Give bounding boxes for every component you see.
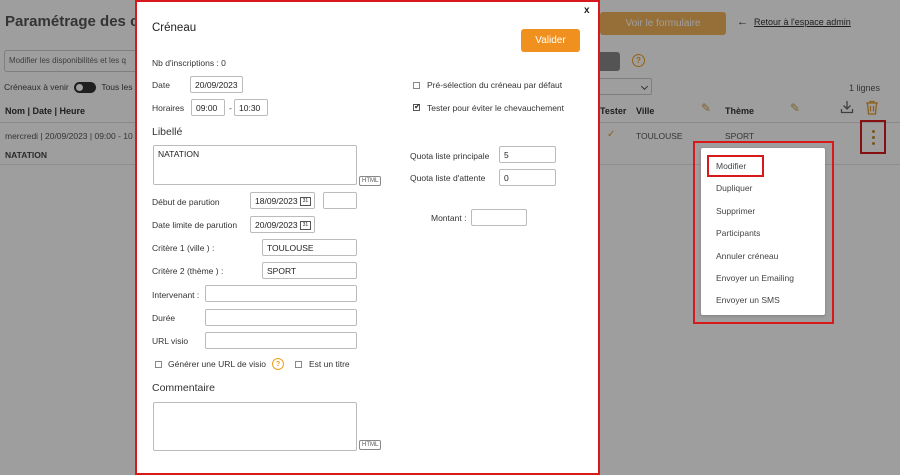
date-input[interactable]: 20/09/2023 bbox=[190, 76, 243, 93]
speaker-label: Intervenant : bbox=[152, 290, 200, 300]
publish-end-value: 20/09/2023 bbox=[255, 220, 298, 230]
preselection-label: Pré-sélection du créneau par défaut bbox=[427, 80, 563, 90]
menu-item-supprimer[interactable]: Supprimer bbox=[701, 201, 825, 221]
preselection-checkbox[interactable] bbox=[413, 82, 420, 89]
generate-visio-checkbox[interactable] bbox=[155, 361, 162, 368]
start-time-input[interactable]: 09:00 bbox=[191, 99, 225, 116]
modifier-highlight bbox=[707, 155, 764, 177]
comment-textarea[interactable] bbox=[153, 402, 357, 451]
quota-wait-label: Quota liste d'attente bbox=[410, 173, 486, 183]
overlap-label: Tester pour éviter le chevauchement bbox=[427, 103, 565, 113]
criteria2-input[interactable]: SPORT bbox=[262, 262, 357, 279]
registrations-count: Nb d'inscriptions : 0 bbox=[152, 58, 226, 68]
help-icon[interactable]: ? bbox=[272, 358, 284, 370]
amount-input[interactable] bbox=[471, 209, 527, 226]
time-separator: - bbox=[229, 103, 232, 113]
end-time-input[interactable]: 10:30 bbox=[234, 99, 268, 116]
menu-item-annuler-creneau[interactable]: Annuler créneau bbox=[701, 246, 825, 266]
date-label: Date bbox=[152, 80, 170, 90]
libelle-textarea[interactable]: NATATION bbox=[153, 145, 357, 185]
overlap-checkbox[interactable] bbox=[413, 102, 421, 111]
calendar-icon[interactable]: 31 bbox=[299, 197, 311, 207]
calendar-icon[interactable]: 31 bbox=[299, 221, 311, 231]
hours-label: Horaires bbox=[152, 103, 185, 113]
menu-item-envoyer-emailing[interactable]: Envoyer un Emailing bbox=[701, 268, 825, 288]
quota-wait-input[interactable]: 0 bbox=[499, 169, 556, 186]
duration-input[interactable] bbox=[205, 309, 357, 326]
generate-visio-label: Générer une URL de visio bbox=[168, 359, 266, 369]
menu-item-participants[interactable]: Participants bbox=[701, 223, 825, 243]
html-badge-comment[interactable]: HTML bbox=[359, 440, 382, 450]
menu-item-envoyer-sms[interactable]: Envoyer un SMS bbox=[701, 290, 825, 310]
libelle-heading: Libellé bbox=[152, 126, 183, 138]
duration-label: Durée bbox=[152, 313, 176, 323]
speaker-input[interactable] bbox=[205, 285, 357, 302]
html-badge-libelle[interactable]: HTML bbox=[359, 176, 382, 186]
comment-heading: Commentaire bbox=[152, 382, 216, 394]
amount-label: Montant : bbox=[431, 213, 467, 223]
menu-item-dupliquer[interactable]: Dupliquer bbox=[701, 178, 825, 198]
modal-title: Créneau bbox=[152, 22, 197, 34]
publish-start-value: 18/09/2023 bbox=[255, 196, 298, 206]
quota-main-input[interactable]: 5 bbox=[499, 146, 556, 163]
criteria1-label: Critère 1 (ville ) : bbox=[152, 243, 215, 253]
validate-button[interactable]: Valider bbox=[521, 29, 580, 52]
is-title-checkbox[interactable] bbox=[295, 361, 302, 368]
publish-start-label: Début de parution bbox=[152, 197, 220, 207]
criteria1-input[interactable]: TOULOUSE bbox=[262, 239, 357, 256]
publish-end-label: Date limite de parution bbox=[152, 220, 238, 230]
publish-start-input[interactable]: 18/09/2023 31 bbox=[250, 192, 315, 209]
criteria2-label: Critère 2 (thème ) : bbox=[152, 266, 224, 276]
quota-main-label: Quota liste principale bbox=[410, 151, 490, 161]
visio-label: URL visio bbox=[152, 336, 189, 346]
visio-input[interactable] bbox=[205, 332, 357, 349]
close-icon[interactable]: x bbox=[584, 5, 590, 16]
publish-end-input[interactable]: 20/09/2023 31 bbox=[250, 216, 315, 233]
is-title-label: Est un titre bbox=[309, 359, 350, 369]
publish-start-time-input[interactable] bbox=[323, 192, 357, 209]
